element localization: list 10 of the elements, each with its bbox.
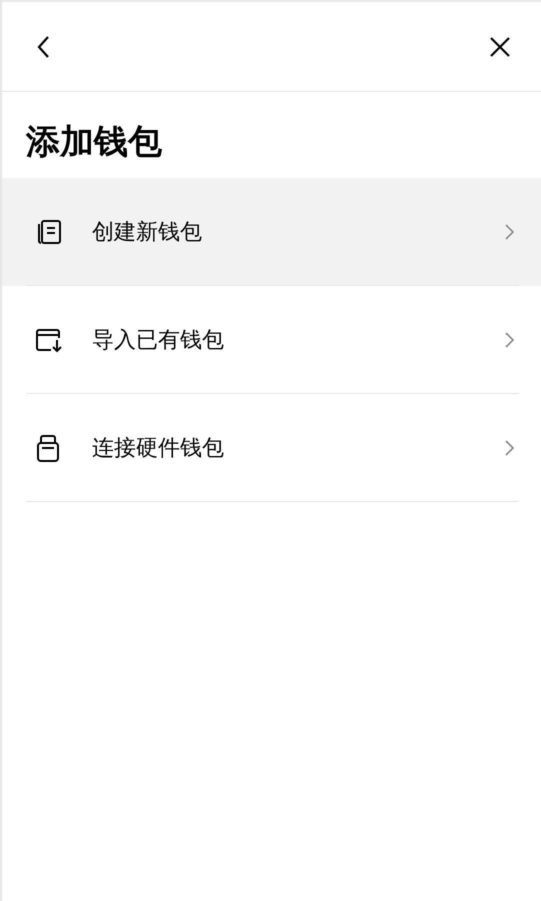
chevron-right-icon [505, 224, 514, 240]
menu-item[interactable]: 导入已有钱包 [2, 286, 541, 394]
page-title: 添加钱包 [24, 121, 163, 164]
menu-item[interactable]: 连接硬件钱包 [2, 394, 541, 502]
device-icon [34, 432, 62, 462]
back-button[interactable] [36, 34, 50, 58]
close-button[interactable] [489, 36, 511, 58]
menu-item[interactable]: 创建新钱包 [2, 178, 541, 286]
chevron-right-icon [505, 332, 514, 348]
chevron-right-icon [505, 440, 514, 456]
